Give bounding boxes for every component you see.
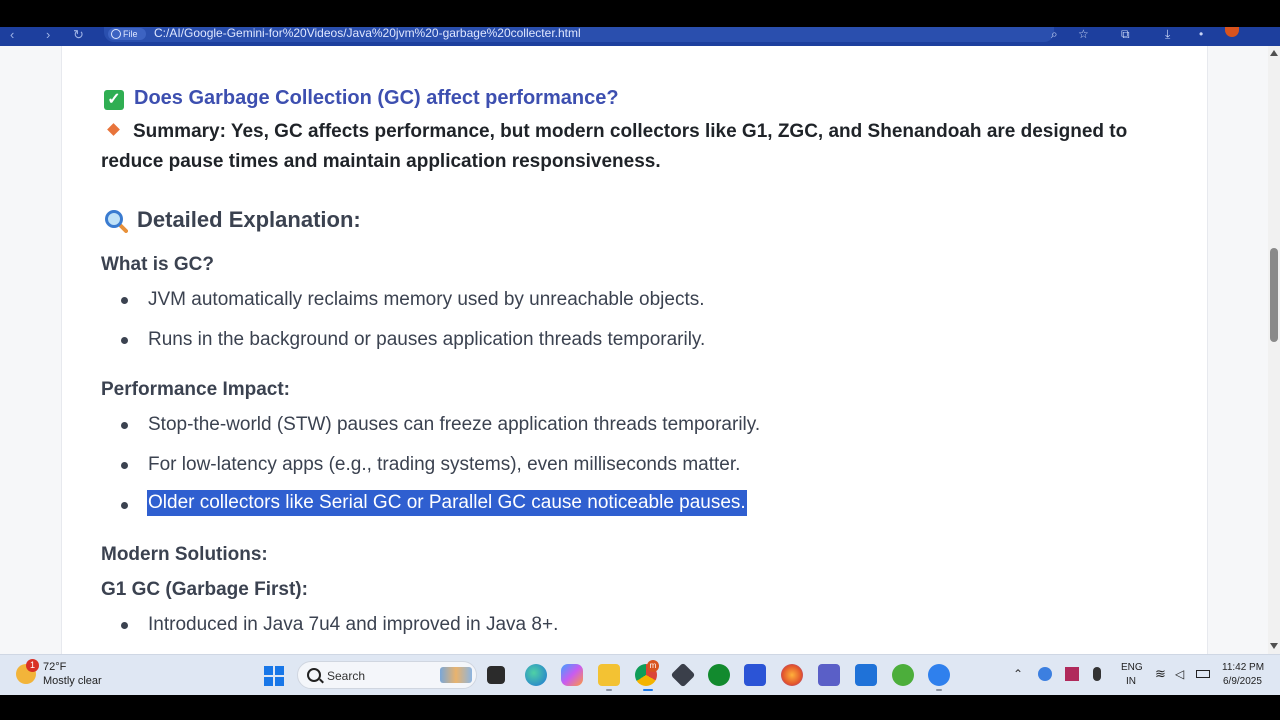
chrome-profile-badge: m xyxy=(647,660,659,672)
spring-tool-icon[interactable] xyxy=(892,664,914,686)
teams-icon[interactable] xyxy=(818,664,840,686)
search-icon xyxy=(307,668,321,682)
extensions-icon[interactable]: ⧉ xyxy=(1121,27,1130,41)
wifi-icon[interactable]: ≋ xyxy=(1155,667,1169,681)
volume-icon[interactable]: ◁ xyxy=(1175,667,1189,681)
bookmark-star-icon[interactable]: ☆ xyxy=(1078,27,1089,41)
vertical-scrollbar[interactable] xyxy=(1268,46,1280,654)
magnifying-glass-icon xyxy=(105,210,128,233)
battery-icon[interactable] xyxy=(1196,670,1210,678)
bullet-dot xyxy=(121,337,128,344)
bullet-dot xyxy=(121,502,128,509)
bullet-dot xyxy=(121,462,128,469)
check-mark-icon: ✓ xyxy=(104,90,124,110)
back-icon[interactable]: ‹ xyxy=(10,27,14,46)
section-heading-g1-gc: G1 GC (Garbage First): xyxy=(101,579,308,600)
scroll-up-arrow-icon[interactable] xyxy=(1270,50,1278,56)
reload-icon[interactable]: ↻ xyxy=(73,27,84,46)
task-view-icon[interactable] xyxy=(487,666,505,684)
scrollbar-thumb[interactable] xyxy=(1270,248,1278,342)
weather-condition[interactable]: Mostly clear xyxy=(43,675,102,687)
detailed-explanation-heading: Detailed Explanation: xyxy=(137,207,361,232)
weather-notification-badge: 1 xyxy=(26,659,39,672)
summary-text: Summary: Yes, GC affects performance, bu… xyxy=(101,121,1128,172)
xbox-icon[interactable] xyxy=(708,664,730,686)
list-item: Runs in the background or pauses applica… xyxy=(148,329,706,350)
taskbar: 1 72°F Mostly clear Search m ⌃ ENG IN ≋ … xyxy=(0,654,1280,695)
running-indicator xyxy=(936,689,942,691)
clock-time[interactable]: 11:42 PM xyxy=(1222,662,1264,673)
file-explorer-icon[interactable] xyxy=(598,664,620,686)
selected-list-item[interactable]: Older collectors like Serial GC or Paral… xyxy=(147,490,747,516)
info-icon xyxy=(111,29,121,39)
running-indicator xyxy=(606,689,612,691)
input-region[interactable]: IN xyxy=(1126,676,1136,687)
bullet-dot xyxy=(121,297,128,304)
firefox-icon[interactable] xyxy=(781,664,803,686)
edge-browser-icon[interactable] xyxy=(525,664,547,686)
forward-icon[interactable]: › xyxy=(46,27,50,46)
bullet-dot xyxy=(121,422,128,429)
unity-icon[interactable] xyxy=(670,662,696,688)
scroll-down-arrow-icon[interactable] xyxy=(1270,643,1278,649)
list-item: Introduced in Java 7u4 and improved in J… xyxy=(148,614,559,635)
question-heading: Does Garbage Collection (GC) affect perf… xyxy=(134,87,619,109)
search-highlight-image xyxy=(440,667,472,683)
section-heading-what-is-gc: What is GC? xyxy=(101,254,214,275)
url-text[interactable]: C:/AI/Google-Gemini-for%20Videos/Java%20… xyxy=(154,27,1034,42)
clock-date[interactable]: 6/9/2025 xyxy=(1223,676,1262,687)
list-item: For low-latency apps (e.g., trading syst… xyxy=(148,454,741,475)
site-chip-label: File xyxy=(123,29,138,39)
microphone-icon[interactable] xyxy=(1093,667,1101,681)
list-item: JVM automatically reclaims memory used b… xyxy=(148,289,705,310)
microsoft-store-icon[interactable] xyxy=(855,664,877,686)
list-item: Stop-the-world (STW) pauses can freeze a… xyxy=(148,414,761,435)
copilot-icon[interactable] xyxy=(561,664,583,686)
active-indicator xyxy=(643,689,653,691)
weather-temperature[interactable]: 72°F xyxy=(43,661,66,673)
search-label: Search xyxy=(327,669,366,683)
menu-dot-icon[interactable]: • xyxy=(1199,27,1203,41)
input-language[interactable]: ENG xyxy=(1121,662,1143,673)
site-info-chip[interactable]: File xyxy=(108,28,146,40)
tray-app-icon[interactable] xyxy=(1065,667,1079,681)
assistant-app-icon[interactable] xyxy=(928,664,950,686)
page-viewport: ✓ Does Garbage Collection (GC) affect pe… xyxy=(0,46,1268,654)
section-heading-modern-solutions: Modern Solutions: xyxy=(101,544,268,565)
download-icon[interactable]: ⤓ xyxy=(1165,27,1170,41)
windows-start-icon[interactable] xyxy=(264,666,284,686)
visual-studio-icon[interactable] xyxy=(744,664,766,686)
taskbar-search-box[interactable]: Search xyxy=(297,661,477,689)
bullet-dot xyxy=(121,622,128,629)
profile-avatar[interactable] xyxy=(1225,27,1239,37)
browser-toolbar: ‹ › ↻ File C:/AI/Google-Gemini-for%20Vid… xyxy=(0,27,1280,46)
tray-overflow-chevron-icon[interactable]: ⌃ xyxy=(1013,667,1023,681)
zoom-icon[interactable]: ⌕ xyxy=(1051,27,1058,41)
section-heading-performance-impact: Performance Impact: xyxy=(101,379,291,400)
onedrive-icon[interactable] xyxy=(1038,667,1052,681)
